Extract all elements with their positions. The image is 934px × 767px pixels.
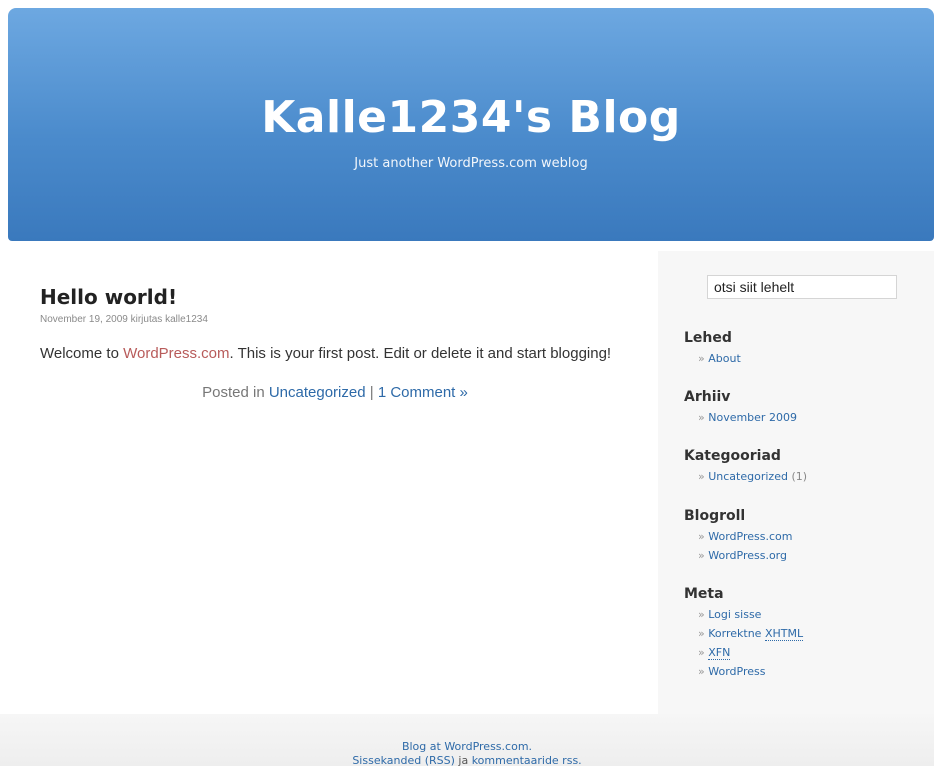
categories-heading: Kategooriad [684, 448, 781, 464]
footer-and-text: ja [454, 754, 472, 767]
list-item: » About [698, 349, 741, 368]
xfn-link[interactable]: XFN [708, 646, 731, 660]
main-content: Hello world! November 19, 2009 kirjutas … [40, 285, 630, 401]
category-link[interactable]: Uncategorized [269, 384, 366, 401]
xhtml-abbr: XHTML [764, 627, 804, 641]
bullet: » [698, 470, 705, 483]
about-link[interactable]: About [708, 352, 741, 365]
category-count: (1) [791, 470, 808, 483]
blog-header: Kalle1234's Blog Just another WordPress.… [8, 8, 934, 241]
pages-widget: Lehed » About [684, 329, 741, 368]
wordpress-com-blogroll-link[interactable]: WordPress.com [708, 530, 792, 543]
blog-at-wordpress-link[interactable]: Blog at WordPress.com. [402, 740, 532, 753]
footer-line-2: Sissekanded (RSS) ja kommentaaride rss. [0, 754, 934, 767]
post-body: Welcome to WordPress.com. This is your f… [40, 344, 630, 364]
bullet: » [698, 627, 705, 640]
post-footer: Posted in Uncategorized | 1 Comment » [40, 384, 630, 401]
post-title-link[interactable]: Hello world! [40, 285, 630, 309]
wordpress-org-blogroll-link[interactable]: WordPress.org [708, 549, 787, 562]
comments-link[interactable]: 1 Comment » [378, 384, 468, 401]
meta-widget: Meta » Logi sisse » Korrektne XHTML » XF… [684, 585, 804, 681]
valid-xhtml-link[interactable]: Korrektne XHTML [708, 627, 804, 641]
november-2009-link[interactable]: November 2009 [708, 411, 797, 424]
search-input[interactable] [707, 275, 897, 299]
bullet: » [698, 665, 705, 678]
bullet: » [698, 530, 705, 543]
uncategorized-link[interactable]: Uncategorized [708, 470, 788, 483]
entries-rss-link[interactable]: Sissekanded (RSS) [352, 754, 455, 767]
posted-in-label: Posted in [202, 384, 269, 401]
post-footer-separator: | [365, 384, 378, 401]
list-item: » Logi sisse [698, 605, 803, 624]
list-item: » WordPress.org [698, 546, 792, 565]
bullet: » [698, 549, 705, 562]
meta-heading: Meta [684, 586, 724, 602]
bullet: » [698, 608, 705, 621]
list-item: » WordPress.com [698, 527, 792, 546]
post-body-suffix: . This is your first post. Edit or delet… [229, 345, 612, 362]
list-item: » Korrektne XHTML [698, 624, 804, 643]
valid-xhtml-prefix: Korrektne [708, 627, 765, 640]
bullet: » [698, 411, 705, 424]
comments-rss-link[interactable]: kommentaaride rss. [472, 754, 582, 767]
pages-heading: Lehed [684, 330, 732, 346]
footer-line-1: Blog at WordPress.com. [0, 740, 934, 753]
blogroll-heading: Blogroll [684, 508, 746, 524]
post-body-prefix: Welcome to [40, 345, 124, 362]
login-link[interactable]: Logi sisse [708, 608, 761, 621]
sidebar: Lehed » About Arhiiv » November 2009 Kat… [658, 251, 934, 714]
list-item: » WordPress [698, 662, 803, 681]
list-item: » Uncategorized (1) [698, 467, 807, 486]
post-meta: November 19, 2009 kirjutas kalle1234 [40, 314, 208, 325]
archives-heading: Arhiiv [684, 389, 731, 405]
list-item: » XFN [698, 643, 803, 662]
list-item: » November 2009 [698, 408, 797, 427]
blog-tagline: Just another WordPress.com weblog [354, 156, 588, 171]
categories-widget: Kategooriad » Uncategorized (1) [684, 447, 807, 486]
archives-widget: Arhiiv » November 2009 [684, 388, 797, 427]
bullet: » [698, 646, 705, 659]
blog-title-link[interactable]: Kalle1234's Blog [8, 92, 934, 143]
wordpress-link[interactable]: WordPress [708, 665, 765, 678]
wordpress-com-link[interactable]: WordPress.com [123, 345, 229, 362]
bullet: » [698, 352, 705, 365]
blogroll-widget: Blogroll » WordPress.com » WordPress.org [684, 507, 792, 565]
page-footer: Blog at WordPress.com. Sissekanded (RSS)… [0, 714, 934, 767]
